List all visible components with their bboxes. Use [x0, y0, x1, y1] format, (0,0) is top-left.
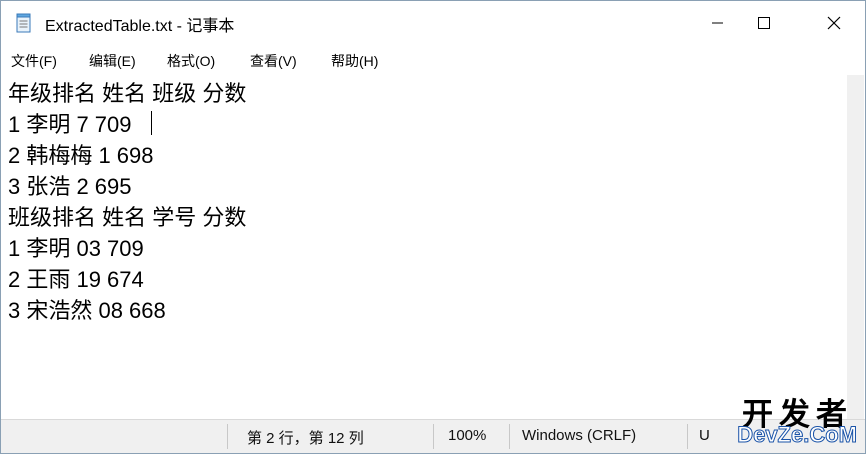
text-line: 班级排名 姓名 学号 分数 — [8, 205, 247, 230]
close-button[interactable] — [811, 1, 857, 45]
status-divider — [433, 424, 434, 449]
text-line: 2 韩梅梅 1 698 — [8, 143, 154, 168]
watermark-logo: 开发者 DevZe.CoM — [707, 389, 858, 451]
status-divider — [687, 424, 688, 449]
text-caret — [151, 111, 152, 135]
maximize-button[interactable] — [741, 1, 787, 45]
text-line: 1 李明 7 709 — [8, 112, 132, 137]
vertical-scrollbar[interactable] — [847, 75, 864, 421]
cursor-position: 第 2 行，第 12 列 — [247, 430, 364, 447]
notepad-icon — [16, 13, 31, 33]
text-line: 1 李明 03 709 — [8, 236, 144, 261]
menu-file[interactable]: 文件(F) — [11, 51, 57, 71]
watermark-bottom-text: DevZe.CoM — [737, 422, 858, 448]
text-line: 3 张浩 2 695 — [8, 174, 132, 199]
text-line: 3 宋浩然 08 668 — [8, 298, 166, 323]
title-bar[interactable]: ExtractedTable.txt - 记事本 — [1, 1, 865, 45]
menu-edit[interactable]: 编辑(E) — [89, 51, 136, 71]
text-line: 2 王雨 19 674 — [8, 267, 144, 292]
zoom-level: 100% — [448, 427, 487, 444]
text-line: 年级排名 姓名 班级 分数 — [8, 81, 247, 106]
menu-help[interactable]: 帮助(H) — [331, 51, 378, 71]
menu-bar: 文件(F) 编辑(E) 格式(O) 查看(V) 帮助(H) — [1, 45, 865, 75]
notepad-window: ExtractedTable.txt - 记事本 文件(F) 编辑(E) 格式(… — [0, 0, 866, 454]
window-title: ExtractedTable.txt - 记事本 — [45, 18, 235, 35]
text-editor[interactable]: 年级排名 姓名 班级 分数 1 李明 7 709 2 韩梅梅 1 698 3 张… — [1, 75, 847, 421]
minimize-icon — [712, 22, 723, 24]
minimize-button[interactable] — [695, 1, 741, 45]
status-divider — [509, 424, 510, 449]
menu-format[interactable]: 格式(O) — [167, 51, 215, 71]
maximize-icon — [758, 17, 770, 29]
status-divider — [227, 424, 228, 449]
close-icon — [827, 16, 841, 30]
line-ending: Windows (CRLF) — [522, 427, 637, 444]
menu-view[interactable]: 查看(V) — [250, 51, 297, 71]
